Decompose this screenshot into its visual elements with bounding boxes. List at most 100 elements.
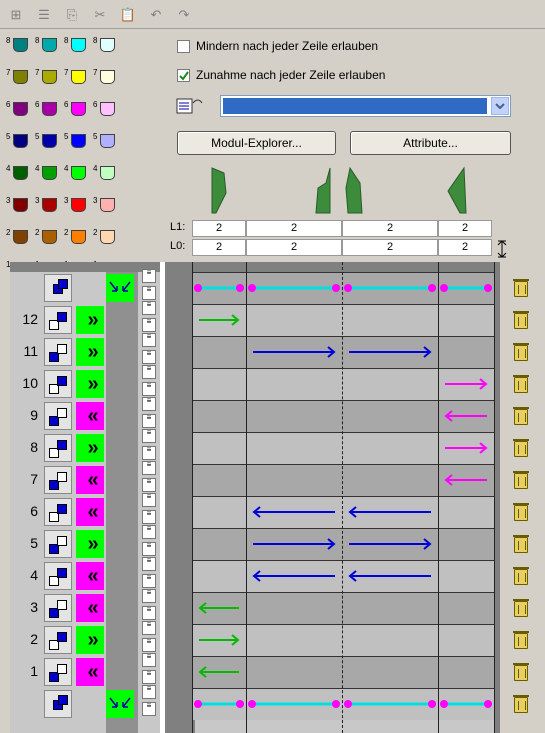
trash-icon[interactable] xyxy=(513,407,529,425)
color-swatch[interactable]: 3 xyxy=(6,196,34,216)
color-swatch[interactable]: 7 xyxy=(35,68,63,88)
grid-row[interactable] xyxy=(192,528,495,560)
row-insert-icon[interactable]: ≡ xyxy=(142,653,156,667)
row-options-icon[interactable]: ≡ xyxy=(142,446,156,460)
trash-icon[interactable] xyxy=(513,503,529,521)
row-module-button[interactable] xyxy=(44,658,72,686)
row-list-icon[interactable]: ☰ xyxy=(34,5,54,25)
row-module-button[interactable] xyxy=(44,626,72,654)
knit-left-icon[interactable]: « xyxy=(76,562,104,590)
knit-left-icon[interactable]: « xyxy=(76,466,104,494)
grid-row[interactable] xyxy=(192,496,495,528)
row-options-icon[interactable]: ≡ xyxy=(142,574,156,588)
row-module-button[interactable] xyxy=(44,434,72,462)
row-module-button[interactable] xyxy=(44,530,72,558)
row-insert-icon[interactable]: ≡ xyxy=(142,301,156,315)
color-swatch[interactable]: 8 xyxy=(93,36,121,56)
color-swatch[interactable]: 7 xyxy=(6,68,34,88)
l0-cell[interactable]: 2 xyxy=(438,239,492,256)
l1-cell[interactable]: 2 xyxy=(246,220,342,237)
knit-left-icon[interactable]: « xyxy=(76,594,104,622)
copy-icon[interactable]: ⎘ xyxy=(62,5,82,25)
row-insert-icon[interactable]: ≡ xyxy=(142,365,156,379)
row-module-button[interactable] xyxy=(44,466,72,494)
trash-icon[interactable] xyxy=(513,663,529,681)
color-swatch[interactable]: 2 xyxy=(6,228,34,248)
module-picker-icon[interactable] xyxy=(176,95,204,117)
l0-cell[interactable]: 2 xyxy=(246,239,342,256)
knit-right-icon[interactable]: » xyxy=(76,434,104,462)
row-insert-icon[interactable]: ≡ xyxy=(142,525,156,539)
row-options-icon[interactable]: ≡ xyxy=(142,414,156,428)
color-swatch[interactable]: 5 xyxy=(35,132,63,152)
row-insert-icon[interactable]: ≡ xyxy=(142,589,156,603)
row-options-icon[interactable]: ≡ xyxy=(142,542,156,556)
row-module-button[interactable] xyxy=(44,562,72,590)
color-swatch[interactable]: 4 xyxy=(35,164,63,184)
row-options-icon[interactable]: ≡ xyxy=(142,510,156,524)
row-module-button[interactable] xyxy=(44,402,72,430)
row-insert-icon[interactable]: ≡ xyxy=(142,397,156,411)
l0-cell[interactable]: 2 xyxy=(342,239,438,256)
row-options-icon[interactable]: ≡ xyxy=(142,286,156,300)
row-module-button[interactable] xyxy=(44,370,72,398)
resize-handle-icon[interactable] xyxy=(496,240,508,258)
row-options-icon[interactable]: ≡ xyxy=(142,670,156,684)
trash-icon[interactable] xyxy=(513,439,529,457)
knit-right-icon[interactable]: » xyxy=(76,306,104,334)
row-module-button[interactable] xyxy=(44,274,72,302)
l0-cell[interactable]: 2 xyxy=(192,239,246,256)
color-swatch[interactable]: 6 xyxy=(6,100,34,120)
knit-right-icon[interactable]: » xyxy=(76,530,104,558)
trash-icon[interactable] xyxy=(513,535,529,553)
row-insert-icon[interactable]: ≡ xyxy=(142,685,156,699)
trash-icon[interactable] xyxy=(513,567,529,585)
row-options-icon[interactable]: ≡ xyxy=(142,382,156,396)
color-swatch[interactable]: 8 xyxy=(6,36,34,56)
grid-row[interactable] xyxy=(192,336,495,368)
l1-cell[interactable]: 2 xyxy=(342,220,438,237)
increase-checkbox[interactable] xyxy=(177,69,190,82)
row-insert-icon[interactable]: ≡ xyxy=(142,429,156,443)
trash-icon[interactable] xyxy=(513,279,529,297)
cut-icon[interactable]: ✂ xyxy=(90,5,110,25)
color-swatch[interactable]: 6 xyxy=(35,100,63,120)
redo-icon[interactable]: ↷ xyxy=(174,5,194,25)
color-swatch[interactable]: 2 xyxy=(64,228,92,248)
row-module-button[interactable] xyxy=(44,338,72,366)
reduce-checkbox[interactable] xyxy=(177,40,190,53)
color-swatch[interactable]: 3 xyxy=(93,196,121,216)
row-module-button[interactable] xyxy=(44,498,72,526)
color-swatch[interactable]: 6 xyxy=(64,100,92,120)
row-module-button[interactable] xyxy=(44,306,72,334)
color-swatch[interactable]: 3 xyxy=(35,196,63,216)
trash-icon[interactable] xyxy=(513,471,529,489)
row-options-icon[interactable]: ≡ xyxy=(142,702,156,716)
knit-left-icon[interactable]: « xyxy=(76,658,104,686)
row-insert-icon[interactable]: ≡ xyxy=(142,269,156,283)
row-module-button[interactable] xyxy=(44,594,72,622)
color-swatch[interactable]: 7 xyxy=(93,68,121,88)
down-arrows-icon[interactable] xyxy=(106,690,134,718)
row-insert-icon[interactable]: ≡ xyxy=(142,557,156,571)
color-swatch[interactable]: 6 xyxy=(93,100,121,120)
trash-icon[interactable] xyxy=(513,343,529,361)
row-module-button[interactable] xyxy=(44,690,72,718)
trash-icon[interactable] xyxy=(513,375,529,393)
knit-right-icon[interactable]: » xyxy=(76,370,104,398)
insert-row-icon[interactable]: ⊞ xyxy=(6,5,26,25)
color-swatch[interactable]: 5 xyxy=(93,132,121,152)
knit-left-icon[interactable]: « xyxy=(76,402,104,430)
row-options-icon[interactable]: ≡ xyxy=(142,638,156,652)
color-swatch[interactable]: 5 xyxy=(6,132,34,152)
row-insert-icon[interactable]: ≡ xyxy=(142,621,156,635)
row-insert-icon[interactable]: ≡ xyxy=(142,461,156,475)
color-swatch[interactable]: 5 xyxy=(64,132,92,152)
knit-right-icon[interactable]: » xyxy=(76,626,104,654)
l1-cell[interactable]: 2 xyxy=(192,220,246,237)
color-swatch[interactable]: 2 xyxy=(35,228,63,248)
trash-icon[interactable] xyxy=(513,599,529,617)
undo-icon[interactable]: ↶ xyxy=(146,5,166,25)
color-swatch[interactable]: 4 xyxy=(93,164,121,184)
down-arrows-icon[interactable] xyxy=(106,274,134,302)
